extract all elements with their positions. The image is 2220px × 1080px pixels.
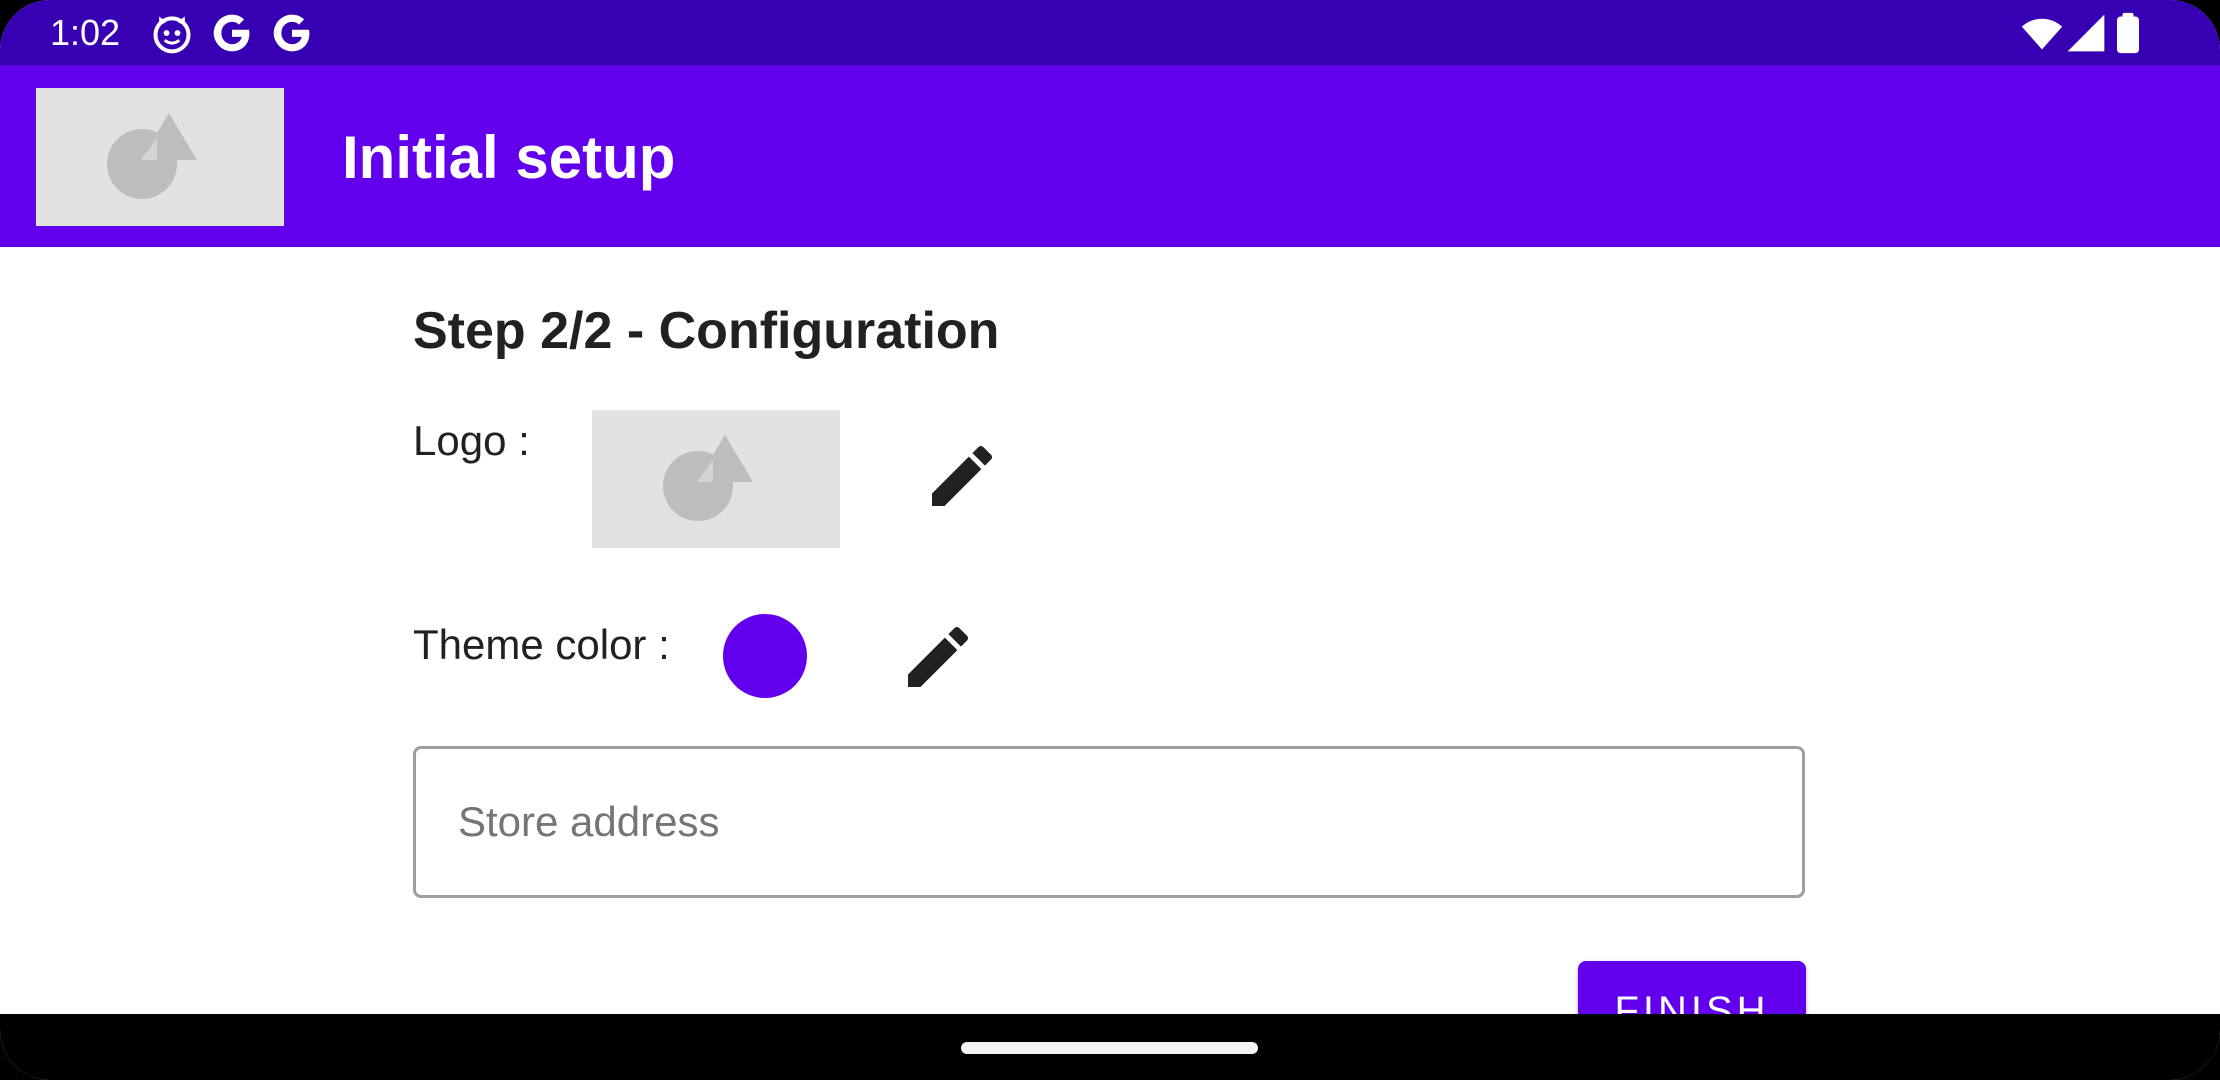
step-title: Step 2/2 - Configuration (413, 302, 1000, 360)
status-bar: 1:02 (0, 0, 2220, 65)
google-icon (210, 11, 254, 55)
home-gesture-handle[interactable] (961, 1042, 1258, 1054)
edit-theme-color-button[interactable] (898, 617, 978, 697)
cat-notification-icon (150, 11, 194, 55)
pencil-icon (932, 445, 993, 506)
google-icon (270, 11, 314, 55)
image-placeholder-icon (36, 88, 284, 226)
navigation-bar (0, 1014, 2220, 1080)
logo-image (592, 410, 840, 548)
pencil-icon (908, 626, 969, 687)
app-bar: Initial setup (0, 65, 2220, 247)
status-time: 1:02 (50, 12, 121, 53)
edit-logo-button[interactable] (922, 436, 1002, 516)
app-title: Initial setup (342, 124, 676, 191)
logo-label: Logo : (413, 417, 530, 464)
theme-color-label: Theme color : (413, 621, 670, 668)
battery-icon (2110, 11, 2146, 55)
cellular-signal-icon (2064, 11, 2108, 55)
theme-color-swatch[interactable] (723, 614, 807, 698)
wifi-icon (2020, 11, 2064, 55)
store-address-input[interactable] (413, 746, 1805, 898)
app-screen: 1:02 Initial setup Step 2/2 - Configurat… (0, 0, 2220, 1080)
image-placeholder-icon (663, 435, 753, 521)
